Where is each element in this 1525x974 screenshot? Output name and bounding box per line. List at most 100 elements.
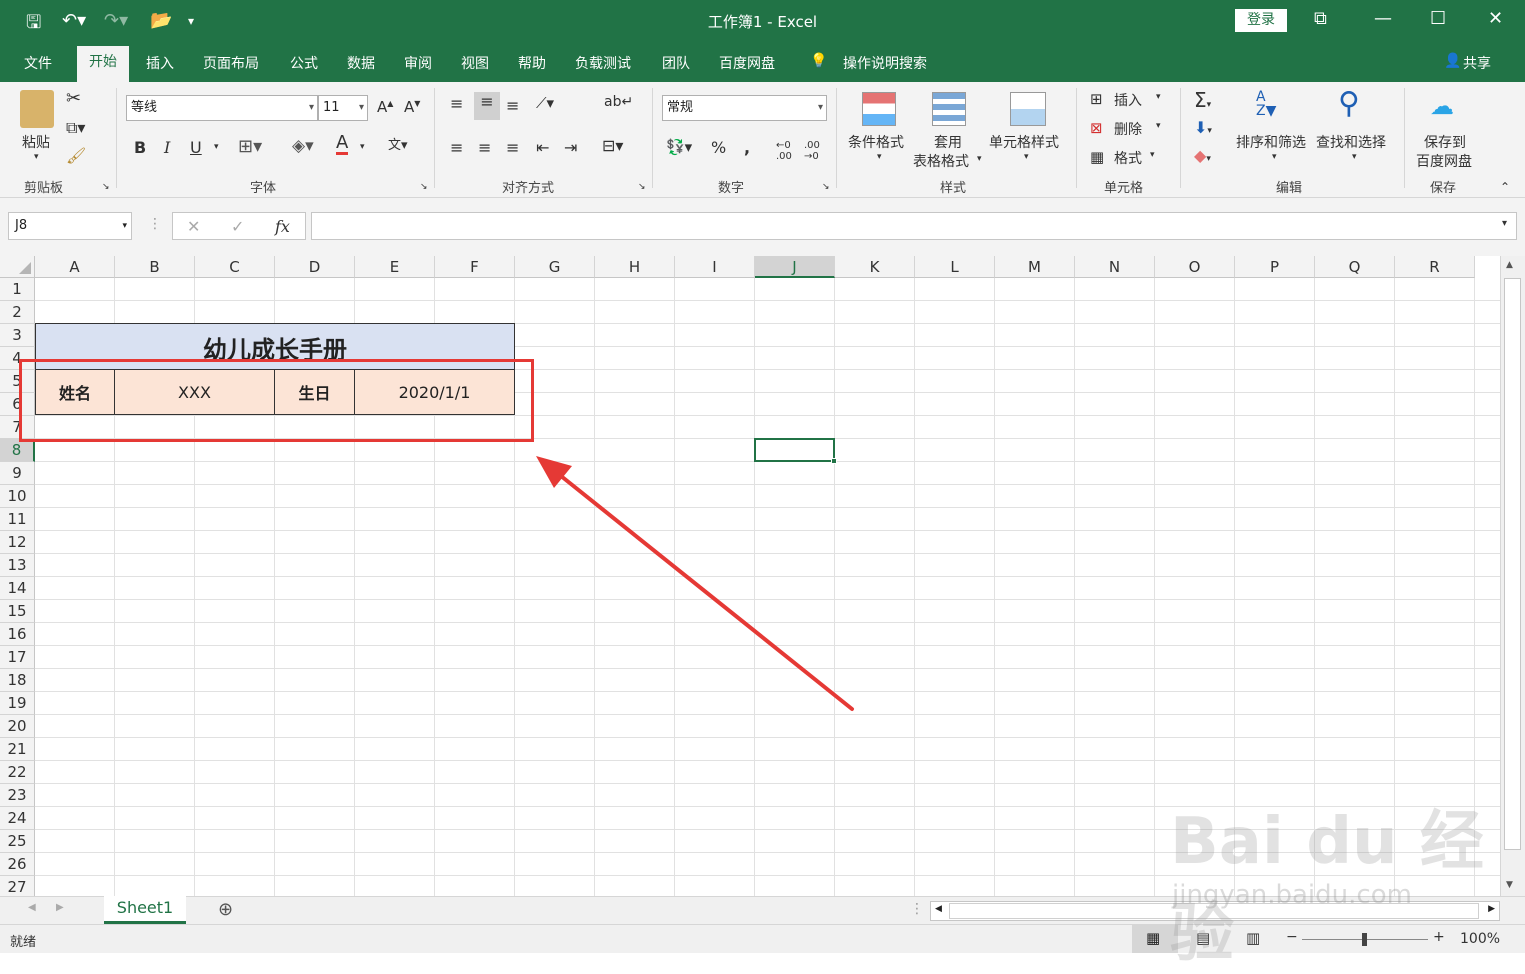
login-button[interactable]: 登录 — [1235, 9, 1287, 32]
tab-data[interactable]: 数据 — [347, 53, 375, 73]
formula-input[interactable] — [311, 212, 1517, 240]
decrease-indent-icon[interactable]: ⇤ — [536, 138, 549, 157]
tab-load-test[interactable]: 负载测试 — [575, 53, 631, 73]
conditional-format-button[interactable]: 条件格式 — [848, 132, 904, 152]
share-button[interactable]: 共享 — [1463, 53, 1491, 73]
font-size-select[interactable]: 11 ▾ — [318, 95, 368, 121]
percent-icon[interactable]: % — [711, 138, 726, 157]
comma-style-icon[interactable]: , — [744, 138, 750, 157]
decrease-decimal-icon[interactable]: .00 →0 — [804, 140, 820, 162]
sort-filter-dropdown-icon[interactable]: ▾ — [1272, 152, 1277, 162]
cond-format-dropdown-icon[interactable]: ▾ — [877, 152, 882, 162]
tab-help[interactable]: 帮助 — [518, 53, 546, 73]
increase-indent-icon[interactable]: ⇥ — [564, 138, 577, 157]
conditional-format-icon[interactable] — [862, 92, 896, 126]
insert-cells-icon[interactable]: ⊞ — [1090, 90, 1103, 108]
align-middle-icon[interactable]: ≡ — [474, 92, 500, 120]
tab-formulas[interactable]: 公式 — [290, 53, 318, 73]
tab-page-layout[interactable]: 页面布局 — [203, 53, 259, 73]
fill-icon[interactable]: ⬇▾ — [1194, 118, 1212, 137]
phonetic-icon[interactable]: 文▾ — [388, 134, 408, 153]
paste-button[interactable]: 粘贴 — [22, 132, 50, 152]
copy-icon[interactable]: ⧉▾ — [66, 118, 85, 138]
scroll-up-icon[interactable]: ▲ — [1506, 260, 1513, 270]
close-icon[interactable]: ✕ — [1488, 8, 1503, 29]
align-right-icon[interactable]: ≡ — [506, 138, 519, 157]
maximize-icon[interactable]: ☐ — [1430, 8, 1446, 29]
find-select-button[interactable]: 查找和选择 — [1316, 132, 1386, 152]
save-to-netdisk-label-1[interactable]: 保存到 — [1424, 132, 1466, 152]
decrease-font-icon[interactable]: A▼ — [404, 98, 420, 116]
format-as-table-label-1[interactable]: 套用 — [934, 132, 962, 152]
cell-styles-dropdown-icon[interactable]: ▾ — [1024, 152, 1029, 162]
paste-dropdown-icon[interactable]: ▾ — [34, 152, 39, 162]
save-to-netdisk-label-2[interactable]: 百度网盘 — [1416, 151, 1472, 171]
increase-font-icon[interactable]: A▲ — [377, 98, 393, 116]
format-as-table-label-2[interactable]: 表格格式 — [913, 151, 969, 171]
italic-button[interactable]: I — [164, 138, 170, 157]
underline-dropdown-icon[interactable]: ▾ — [214, 142, 219, 152]
sheet-tab-sheet1[interactable]: Sheet1 — [104, 896, 186, 924]
table-format-dropdown-icon[interactable]: ▾ — [977, 154, 982, 164]
font-name-select[interactable]: 等线 ▾ — [126, 95, 318, 121]
dialog-launcher-icon[interactable]: ↘ — [822, 182, 830, 192]
tab-split-grip-icon[interactable]: ⋮ — [910, 901, 924, 917]
orientation-icon[interactable]: ⟋▾ — [536, 94, 554, 112]
scroll-left-icon[interactable]: ◀ — [935, 904, 942, 914]
number-format-select[interactable]: 常规 ▾ — [662, 95, 827, 121]
expand-formula-icon[interactable]: ▾ — [1502, 218, 1507, 229]
insert-cells-button[interactable]: 插入 — [1114, 90, 1142, 110]
dialog-launcher-icon[interactable]: ↘ — [638, 182, 646, 192]
clear-icon[interactable]: ◆▾ — [1194, 146, 1211, 165]
baidu-netdisk-icon[interactable]: ☁ — [1430, 92, 1454, 120]
tab-view[interactable]: 视图 — [461, 53, 489, 73]
tab-home[interactable]: 开始 — [77, 46, 129, 82]
minimize-icon[interactable]: — — [1374, 8, 1392, 29]
tab-insert[interactable]: 插入 — [146, 53, 174, 73]
align-top-icon[interactable]: ≡ — [450, 94, 463, 113]
format-painter-icon[interactable]: 🖌 — [66, 146, 86, 165]
cancel-entry-icon[interactable]: ✕ — [187, 217, 200, 236]
find-select-dropdown-icon[interactable]: ▾ — [1352, 152, 1357, 162]
borders-icon[interactable]: ⊞▾ — [238, 136, 262, 157]
ribbon-display-icon[interactable]: ⧉ — [1314, 8, 1327, 29]
collapse-ribbon-icon[interactable]: ⌃ — [1500, 180, 1510, 194]
insert-function-button[interactable]: fx — [275, 217, 290, 236]
font-color-dropdown-icon[interactable]: ▾ — [360, 142, 365, 152]
format-dropdown-icon[interactable]: ▾ — [1150, 150, 1155, 160]
format-cells-icon[interactable]: ▦ — [1090, 148, 1104, 166]
align-bottom-icon[interactable]: ≡ — [506, 96, 519, 115]
find-select-icon[interactable]: ⚲ — [1338, 86, 1360, 121]
tell-me-search[interactable]: 操作说明搜索 — [843, 53, 927, 73]
dialog-launcher-icon[interactable]: ↘ — [420, 182, 428, 192]
delete-cells-button[interactable]: 删除 — [1114, 119, 1142, 139]
insert-dropdown-icon[interactable]: ▾ — [1156, 92, 1161, 102]
paste-icon[interactable] — [20, 90, 54, 128]
cell-styles-icon[interactable] — [1010, 92, 1046, 126]
tab-baidu-netdisk[interactable]: 百度网盘 — [719, 53, 775, 73]
dialog-launcher-icon[interactable]: ↘ — [102, 182, 110, 192]
increase-decimal-icon[interactable]: ←0.00 — [776, 140, 792, 162]
delete-cells-icon[interactable]: ⊠ — [1090, 119, 1103, 137]
prev-sheet-icon[interactable]: ◀ — [28, 902, 36, 913]
tab-team[interactable]: 团队 — [662, 53, 690, 73]
format-as-table-icon[interactable] — [932, 92, 966, 126]
delete-dropdown-icon[interactable]: ▾ — [1156, 121, 1161, 131]
format-cells-button[interactable]: 格式 — [1114, 148, 1142, 168]
next-sheet-icon[interactable]: ▶ — [56, 902, 64, 913]
underline-button[interactable]: U — [190, 138, 202, 157]
cell-styles-button[interactable]: 单元格样式 — [989, 132, 1059, 152]
fill-color-icon[interactable]: ◈▾ — [292, 136, 314, 156]
vertical-scroll-thumb[interactable] — [1504, 278, 1521, 850]
tab-review[interactable]: 审阅 — [404, 53, 432, 73]
merge-center-icon[interactable]: ⊟▾ — [602, 136, 623, 155]
font-color-icon[interactable]: A — [336, 134, 349, 155]
name-box[interactable]: J8 ▾ — [8, 212, 132, 240]
align-center-icon[interactable]: ≡ — [478, 138, 491, 157]
cut-icon[interactable]: ✂ — [66, 88, 81, 109]
autosum-icon[interactable]: Σ▾ — [1194, 88, 1211, 112]
tab-file[interactable]: 文件 — [24, 53, 52, 73]
sort-filter-button[interactable]: 排序和筛选 — [1236, 132, 1306, 152]
wrap-text-icon[interactable]: ab↵ — [604, 94, 633, 110]
bold-button[interactable]: B — [134, 138, 146, 157]
